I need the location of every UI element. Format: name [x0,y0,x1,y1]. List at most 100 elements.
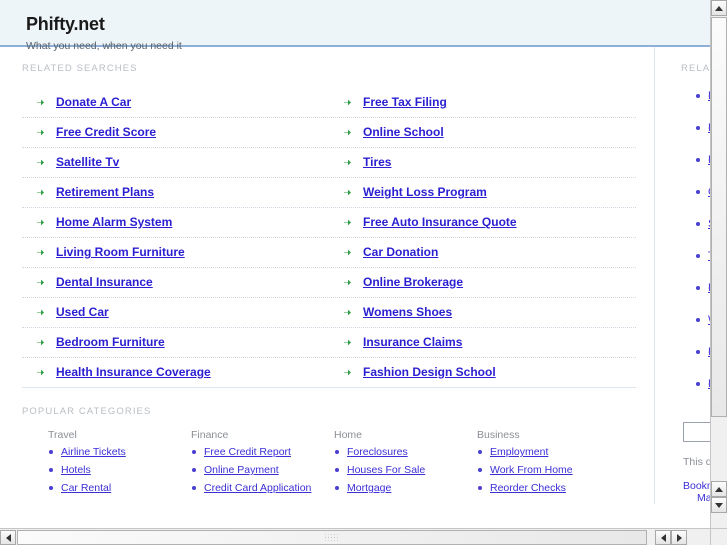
related-search-link[interactable]: Retirement Plans [56,185,154,199]
scroll-up-button-2[interactable] [711,481,727,497]
scroll-up-button[interactable] [711,0,727,16]
category-link[interactable]: Airline Tickets [61,446,126,458]
related-search-cell: Retirement Plans [22,178,329,207]
related-search-cell: Living Room Furniture [22,238,329,267]
related-search-link[interactable]: Free Auto Insurance Quote [363,215,517,229]
related-search-link[interactable]: Free Credit Score [56,125,156,139]
related-search-link[interactable]: Donate A Car [56,95,131,109]
related-search-link[interactable]: Insurance Claims [363,335,462,349]
scroll-right-button[interactable] [671,530,687,545]
list-item: Online Payment [191,464,334,482]
category-link-list: Employment Work From Home Reorder Checks [477,446,620,500]
arrow-bullet-icon [343,158,352,167]
related-search-link[interactable]: Living Room Furniture [56,245,185,259]
list-item: Retirement Plans [695,282,711,314]
list-item: Satellite Tv [695,218,711,250]
horizontal-scrollbar[interactable]: :::::::::: [0,528,711,545]
arrow-bullet-icon [36,158,45,167]
list-item: Tires [695,250,711,282]
related-search-link[interactable]: Health Insurance Coverage [56,365,211,379]
bullet-dot-icon [696,254,700,258]
category-link[interactable]: Foreclosures [347,446,408,458]
list-item: Reorder Checks [477,482,620,500]
category-link[interactable]: Reorder Checks [490,482,566,494]
sidebar-actions: Bookmark this page Make this my home pag… [683,480,711,504]
triangle-left-icon [5,533,11,542]
related-search-link[interactable]: Tires [363,155,391,169]
related-search-link[interactable]: Free Tax Filing [363,95,447,109]
category-link[interactable]: Car Rental [61,482,111,494]
related-search-link[interactable]: Online Brokerage [363,275,463,289]
bullet-dot-icon [696,222,700,226]
category-link[interactable]: Mortgage [347,482,391,494]
list-item: Employment [477,446,620,464]
related-search-link[interactable]: Car Donation [363,245,438,259]
bookmark-link[interactable]: Bookmark this page [683,480,711,492]
bullet-dot-icon [478,450,482,454]
arrow-bullet-icon [343,278,352,287]
vertical-scrollbar[interactable] [710,0,727,529]
scroll-left-button-2[interactable] [655,530,671,545]
bullet-dot-icon [696,94,700,98]
related-search-cell: Donate A Car [22,88,329,117]
related-search-cell: Insurance Claims [329,328,636,357]
category-link[interactable]: Work From Home [490,464,573,476]
category-link[interactable]: Free Credit Report [204,446,291,458]
browser-viewport: Phifty.net What you need, when you need … [0,0,711,529]
arrow-bullet-icon [343,368,352,377]
arrow-bullet-icon [36,248,45,257]
category-link[interactable]: Credit Card Application [204,482,311,494]
related-search-cell: Health Insurance Coverage [22,358,329,387]
arrow-bullet-icon [36,308,45,317]
category-link[interactable]: Online Payment [204,464,279,476]
body-wrapper: RELATED SEARCHES Donate A Car Free Tax Fi… [0,47,711,504]
related-search-link[interactable]: Satellite Tv [56,155,119,169]
related-search-link[interactable]: Dental Insurance [56,275,153,289]
list-item: Car Rental [48,482,191,500]
arrow-bullet-icon [36,128,45,137]
related-search-row: Free Credit Score Online School [22,118,636,148]
make-homepage-link[interactable]: Make this my home page [683,492,711,504]
related-search-row: Living Room Furniture Car Donation [22,238,636,268]
bullet-dot-icon [696,382,700,386]
main-column: RELATED SEARCHES Donate A Car Free Tax Fi… [0,47,654,500]
list-item: Work From Home [477,464,620,482]
related-search-link[interactable]: Weight Loss Program [363,185,487,199]
bullet-dot-icon [49,450,53,454]
search-input[interactable] [683,422,711,442]
related-search-link[interactable]: Bedroom Furniture [56,335,165,349]
related-search-link[interactable]: Womens Shoes [363,305,452,319]
list-item: Online School [695,186,711,218]
related-search-row: Health Insurance Coverage Fashion Design … [22,358,636,388]
related-search-link[interactable]: Used Car [56,305,109,319]
related-search-link[interactable]: Fashion Design School [363,365,496,379]
vertical-scroll-thumb[interactable] [711,17,727,417]
category-link[interactable]: Employment [490,446,548,458]
list-item: Free Credit Report [191,446,334,464]
category-heading: Business [477,429,520,441]
bullet-dot-icon [335,468,339,472]
list-item: Hotels [48,464,191,482]
scroll-left-button[interactable] [0,530,16,545]
popular-categories-grid: Travel Airline Tickets Hotels Car Rental Fin… [0,417,654,500]
bullet-dot-icon [192,450,196,454]
related-search-cell: Satellite Tv [22,148,329,177]
triangle-up-icon [715,5,723,11]
popular-categories-heading: POPULAR CATEGORIES [22,406,152,417]
list-item: Free Auto Insurance Quote [695,378,711,410]
related-search-row: Bedroom Furniture Insurance Claims [22,328,636,358]
bullet-dot-icon [478,486,482,490]
related-search-link[interactable]: Online School [363,125,444,139]
page-content: Phifty.net What you need, when you need … [0,0,711,504]
arrow-bullet-icon [343,248,352,257]
related-search-cell: Dental Insurance [22,268,329,297]
arrow-bullet-icon [36,98,45,107]
related-search-link[interactable]: Home Alarm System [56,215,172,229]
category-link[interactable]: Hotels [61,464,91,476]
scroll-down-button[interactable] [711,497,727,513]
bullet-dot-icon [696,286,700,290]
triangle-up-icon-2 [715,486,723,492]
category-link[interactable]: Houses For Sale [347,464,425,476]
horizontal-scroll-thumb[interactable]: :::::::::: [17,530,647,545]
category-link-list: Foreclosures Houses For Sale Mortgage [334,446,477,500]
